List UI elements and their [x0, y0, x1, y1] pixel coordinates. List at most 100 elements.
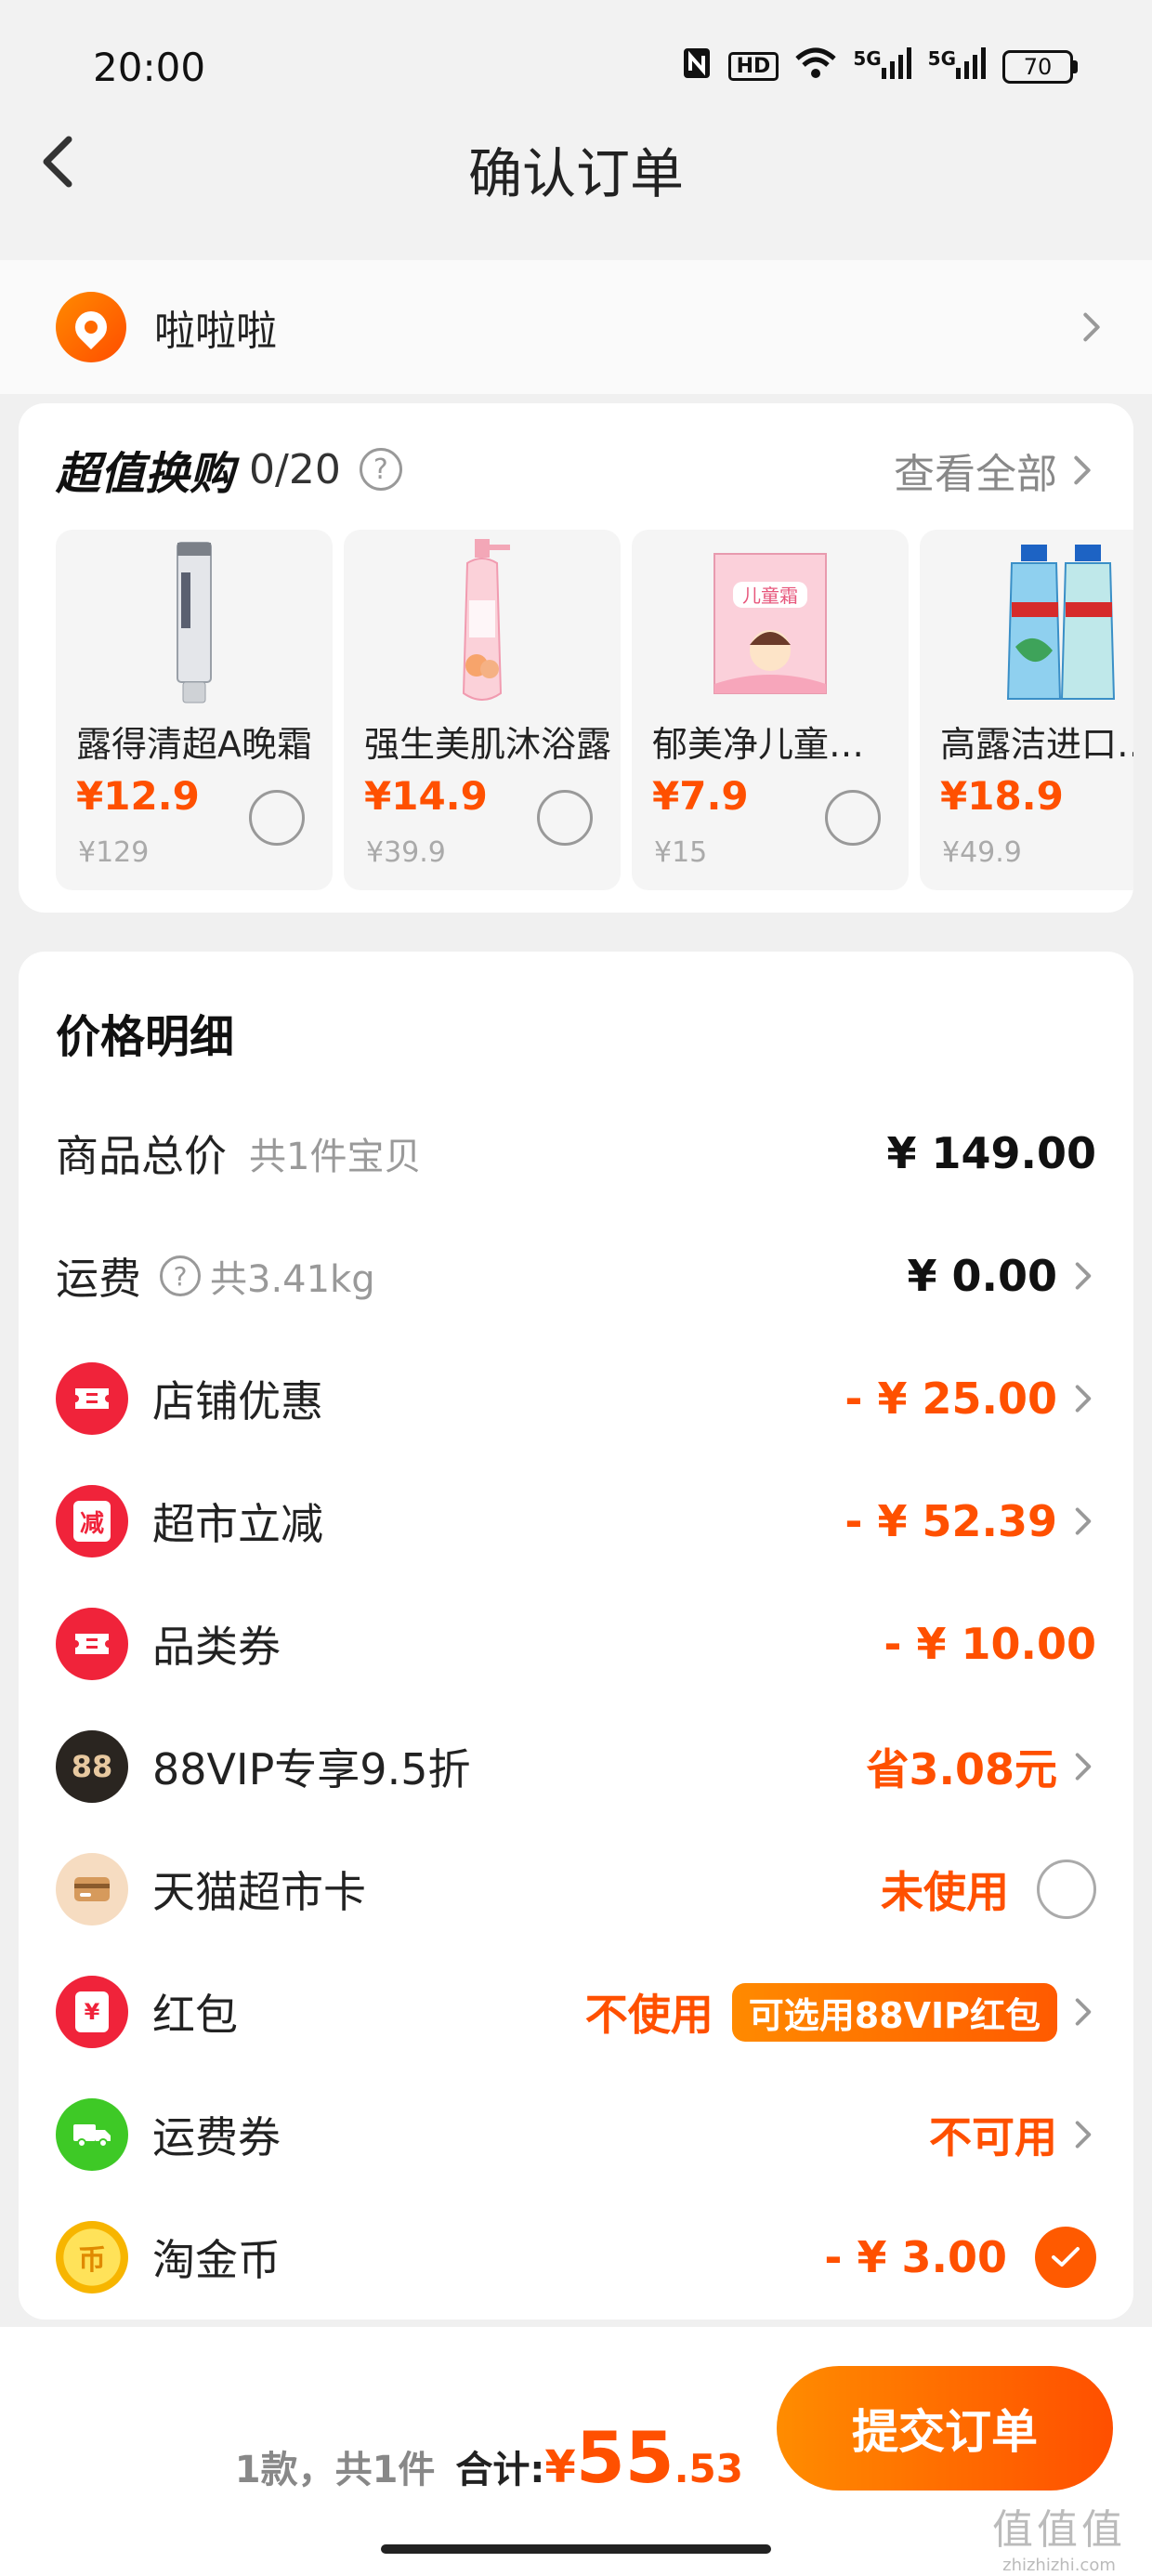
checkmark-icon[interactable] [1035, 2227, 1096, 2288]
item-count: 1款，共1件 [234, 2449, 436, 2491]
exchange-count: 0/20 [249, 445, 341, 493]
freight-coupon-label: 运费券 [152, 2112, 281, 2162]
select-radio[interactable] [537, 790, 593, 846]
category-coupon-label: 品类券 [152, 1622, 281, 1672]
chevron-right-icon [1075, 1385, 1092, 1413]
product-price: ¥14.9 [364, 773, 488, 819]
product-list: 露得清超A晚霜 ¥12.9 ¥129 强生美肌沐浴露 ¥14.9 ¥39.9 儿… [56, 530, 1133, 890]
nav-bar: 确认订单 [0, 102, 1152, 260]
market-discount-label: 超市立减 [152, 1499, 323, 1549]
freight-weight: 共3.41kg [210, 1258, 375, 1301]
signal-5g-icon: 5G [928, 47, 986, 85]
goods-total-row: 商品总价 共1件宝贝 ¥ 149.00 [56, 1102, 1096, 1204]
watermark-logo: 值值值 [992, 2506, 1126, 2554]
svg-text:儿童霜: 儿童霜 [742, 585, 798, 607]
market-discount-row[interactable]: 减 超市立减 - ¥ 52.39 [56, 1470, 1096, 1572]
taojinbi-value: - ¥ 3.00 [824, 2232, 1007, 2282]
submit-order-button[interactable]: 提交订单 [777, 2366, 1113, 2491]
signal-5g-label: 5G [853, 47, 882, 70]
chevron-right-icon [1075, 2121, 1092, 2149]
product-name: 郁美净儿童霜盒装 [652, 724, 899, 765]
market-discount-icon-text: 减 [73, 1501, 111, 1542]
discount-envelope-icon: 减 [56, 1485, 128, 1557]
price-detail-title: 价格明细 [56, 1011, 235, 1063]
hongbao-label: 红包 [152, 1990, 238, 2040]
freight-value: ¥ 0.00 [907, 1251, 1057, 1301]
cream-tube-image [177, 542, 212, 703]
home-indicator[interactable] [381, 2544, 771, 2554]
product-original-price: ¥39.9 [366, 836, 446, 869]
select-radio[interactable] [825, 790, 881, 846]
watermark: 值值值 zhizhizhi.com [992, 2496, 1126, 2575]
address-name: 啦啦啦 [154, 308, 277, 355]
supermarket-card-value: 未使用 [881, 1867, 1009, 1917]
address-row[interactable]: 啦啦啦 [0, 260, 1152, 394]
goods-total-value: ¥ 149.00 [886, 1128, 1096, 1178]
chevron-right-icon [1075, 1507, 1092, 1535]
product-name: 高露洁进口漱口水 [940, 724, 1133, 765]
status-icons: HD 5G 5G 70 [682, 46, 1078, 86]
status-time: 20:00 [93, 45, 206, 90]
total-label: 合计: [455, 2449, 545, 2491]
help-icon[interactable]: ? [359, 448, 402, 491]
mouthwash-bottles-image [1006, 545, 1116, 700]
kids-cream-box-image: 儿童霜 [713, 553, 827, 694]
taojinbi-row[interactable]: 币 淘金币 - ¥ 3.00 [56, 2206, 1096, 2308]
red-envelope-icon: ¥ [56, 1976, 128, 2048]
category-coupon-value: - ¥ 10.00 [884, 1619, 1096, 1669]
location-pin-icon [56, 292, 126, 362]
help-icon[interactable]: ? [160, 1255, 201, 1296]
freight-coupon-value: 不可用 [929, 2112, 1057, 2162]
vip-discount-row[interactable]: 88 88VIP专享9.5折 省3.08元 [56, 1715, 1096, 1818]
battery-level: 70 [1002, 49, 1073, 84]
product-card[interactable]: 高露洁进口漱口水 ¥18.9 ¥49.9 [920, 530, 1133, 890]
product-original-price: ¥129 [78, 836, 150, 869]
view-all-link[interactable]: 查看全部 [894, 440, 1096, 500]
market-discount-value: - ¥ 52.39 [844, 1496, 1057, 1546]
card-icon [56, 1853, 128, 1925]
product-card[interactable]: 儿童霜 郁美净儿童霜盒装 ¥7.9 ¥15 [632, 530, 909, 890]
signal-5g-label: 5G [927, 47, 956, 70]
truck-icon [56, 2098, 128, 2171]
shop-discount-row[interactable]: 店铺优惠 - ¥ 25.00 [56, 1347, 1096, 1450]
product-price: ¥18.9 [940, 773, 1064, 819]
coupon-icon [56, 1608, 128, 1680]
freight-row[interactable]: 运费 ? 共3.41kg ¥ 0.00 [56, 1225, 1096, 1327]
total-amount-integer: 55 [575, 2416, 674, 2499]
exchange-card: 超值换购 0/20 ? 查看全部 露得清超A晚霜 ¥12.9 ¥129 强生美肌… [19, 403, 1133, 913]
product-price: ¥7.9 [652, 773, 749, 819]
product-original-price: ¥49.9 [942, 836, 1022, 869]
chevron-right-icon [1083, 312, 1100, 342]
supermarket-card-label: 天猫超市卡 [152, 1867, 366, 1917]
hongbao-row[interactable]: ¥ 红包 不使用 可选用88VIP红包 [56, 1961, 1096, 2063]
product-card[interactable]: 强生美肌沐浴露 ¥14.9 ¥39.9 [344, 530, 621, 890]
goods-total-sub: 共1件宝贝 [249, 1136, 422, 1178]
wifi-icon [795, 47, 836, 85]
product-name: 露得清超A晚霜 [76, 724, 312, 765]
shop-discount-label: 店铺优惠 [152, 1376, 323, 1426]
product-original-price: ¥15 [654, 836, 708, 869]
watermark-url: zhizhizhi.com [1002, 2556, 1116, 2575]
coupon-icon [56, 1362, 128, 1435]
supermarket-card-row[interactable]: 天猫超市卡 未使用 [56, 1838, 1096, 1940]
hd-icon: HD [727, 52, 779, 81]
taojinbi-label: 淘金币 [152, 2235, 281, 2285]
chevron-right-icon [1075, 1998, 1092, 2026]
page-title: 确认订单 [467, 142, 684, 205]
body-wash-bottle-image [462, 539, 510, 701]
vip-hongbao-tag[interactable]: 可选用88VIP红包 [731, 1982, 1057, 2042]
exchange-title: 超值换购 [56, 448, 235, 500]
select-radio[interactable] [249, 790, 305, 846]
exchange-header: 超值换购 0/20 ? [56, 437, 402, 502]
select-radio[interactable] [1037, 1860, 1096, 1919]
freight-coupon-row[interactable]: 运费券 不可用 [56, 2083, 1096, 2186]
battery-icon: 70 [1002, 49, 1078, 84]
product-card[interactable]: 露得清超A晚霜 ¥12.9 ¥129 [56, 530, 333, 890]
category-coupon-row: 品类券 - ¥ 10.00 [56, 1593, 1096, 1695]
chevron-right-icon [1075, 1262, 1092, 1290]
vip-discount-value: 省3.08元 [866, 1744, 1058, 1794]
goods-total-label: 商品总价 [56, 1131, 227, 1181]
nfc-icon [682, 46, 712, 86]
signal-5g-icon: 5G [853, 47, 911, 85]
product-name: 强生美肌沐浴露 [364, 724, 611, 765]
